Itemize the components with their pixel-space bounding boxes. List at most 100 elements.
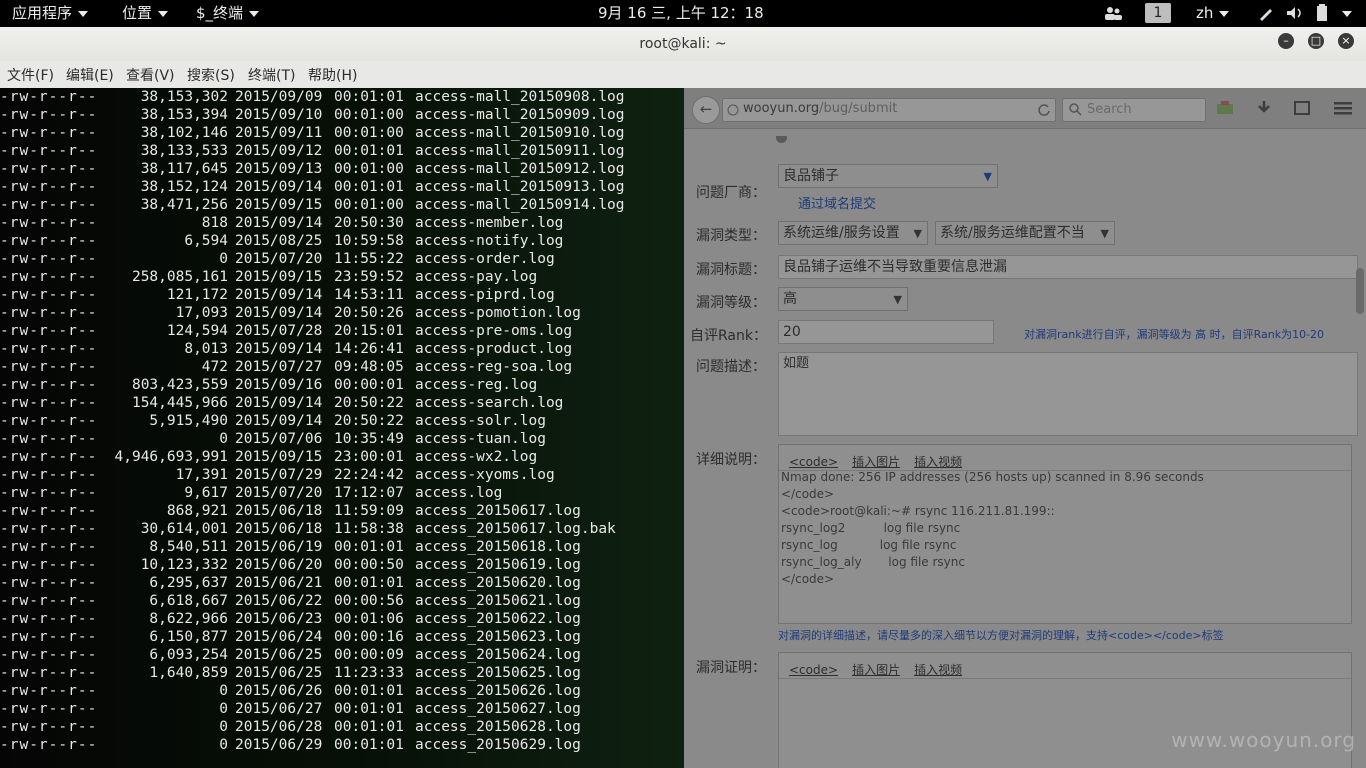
file-time: 00:01:00 bbox=[334, 161, 404, 177]
file-name: access_20150628.log bbox=[415, 719, 581, 735]
reader-icon[interactable] bbox=[1294, 100, 1310, 116]
users-icon[interactable] bbox=[1104, 6, 1122, 20]
system-menu-chevron-icon[interactable] bbox=[1342, 11, 1352, 17]
code-tab[interactable]: <code> bbox=[789, 455, 838, 469]
file-name: access-mall_20150914.log bbox=[415, 197, 625, 213]
file-listing-row: -rw-r--r-- 8,013 2015/09/14 14:26:41 access-… bbox=[0, 340, 684, 358]
file-size: 0 bbox=[219, 251, 228, 267]
file-name: access_20150621.log bbox=[415, 593, 581, 609]
rank-label: 自评Rank： bbox=[690, 328, 767, 344]
file-size: 154,445,966 bbox=[131, 395, 228, 411]
file-name: access-pre-oms.log bbox=[415, 323, 573, 339]
minimize-button[interactable]: – bbox=[1278, 33, 1294, 49]
file-time: 11:55:22 bbox=[334, 251, 404, 267]
back-button[interactable]: ← bbox=[692, 96, 720, 124]
file-time: 00:01:06 bbox=[334, 611, 404, 627]
places-menu[interactable]: 位置 bbox=[122, 0, 169, 27]
file-listing-row: -rw-r--r-- 818 2015/09/14 20:50:30 access-me… bbox=[0, 214, 684, 232]
file-listing-row: -rw-r--r-- 38,153,302 2015/09/09 00:01:01 ac… bbox=[0, 88, 684, 106]
level-select[interactable]: 高 ▼ bbox=[778, 287, 908, 311]
page-scrollbar-thumb[interactable] bbox=[1356, 268, 1364, 314]
file-listing-row: -rw-r--r-- 17,391 2015/07/29 22:24:42 access… bbox=[0, 466, 684, 484]
menu-view[interactable]: 查看(V) bbox=[126, 65, 175, 85]
code-line: rsync_log_aly log file rsync bbox=[781, 555, 965, 569]
file-size: 0 bbox=[219, 719, 228, 735]
detail-editor[interactable]: <code> 插入图片 插入视频 Nmap done: 256 IP address… bbox=[778, 444, 1352, 624]
terminal-app-menu[interactable]: $_终端 bbox=[196, 0, 260, 27]
addon-icon[interactable] bbox=[1216, 100, 1234, 116]
window-title-bar[interactable]: root@kali: ~ – □ × bbox=[0, 27, 1366, 62]
title-input[interactable]: 良品铺子运维不当导致重要信息泄漏 bbox=[778, 255, 1358, 279]
file-name: access_20150619.log bbox=[415, 557, 581, 573]
url-host: wooyun.org bbox=[743, 101, 820, 116]
battery-icon[interactable] bbox=[1316, 4, 1328, 22]
file-size: 0 bbox=[219, 683, 228, 699]
type-select-secondary[interactable]: 系统/服务运维配置不当 ▼ bbox=[935, 221, 1115, 245]
menu-help[interactable]: 帮助(H) bbox=[308, 65, 357, 85]
chevron-down-icon bbox=[1219, 10, 1230, 17]
menu-edit[interactable]: 编辑(E) bbox=[66, 65, 114, 85]
file-name: access_20150617.log bbox=[415, 503, 581, 519]
file-date: 2015/09/11 bbox=[235, 125, 323, 141]
file-name: access_20150626.log bbox=[415, 683, 581, 699]
file-date: 2015/09/10 bbox=[235, 107, 323, 123]
type-select-primary[interactable]: 系统运维/服务设置 ▼ bbox=[778, 221, 928, 245]
vendor-select[interactable]: 良品铺子 ▼ bbox=[778, 164, 998, 188]
file-listing-row: -rw-r--r-- 1,640,859 2015/06/25 11:23:33 acc… bbox=[0, 664, 684, 682]
radio-option[interactable] bbox=[776, 136, 787, 143]
terminal-app-label: $_终端 bbox=[196, 4, 244, 22]
url-bar[interactable]: wooyun.org/bug/submit bbox=[722, 98, 1056, 122]
chevron-down-icon: ▼ bbox=[1100, 227, 1109, 240]
input-method-menu[interactable]: zh bbox=[1196, 0, 1230, 27]
applications-menu[interactable]: 应用程序 bbox=[12, 0, 89, 27]
file-listing-row: -rw-r--r-- 0 2015/07/20 11:55:22 access-orde… bbox=[0, 250, 684, 268]
menu-search[interactable]: 搜索(S) bbox=[187, 65, 235, 85]
close-button[interactable]: × bbox=[1338, 33, 1354, 49]
menu-terminal[interactable]: 终端(T) bbox=[248, 65, 295, 85]
rank-input[interactable]: 20 bbox=[778, 320, 994, 344]
browser-window: ← wooyun.org/bug/submit Search 问题厂商： 良品铺… bbox=[684, 88, 1366, 768]
code-line: <code>root@kali:~# rsync 116.211.81.199:… bbox=[781, 504, 1055, 518]
terminal-output[interactable]: -rw-r--r-- 38,153,302 2015/09/09 00:01:01 ac… bbox=[0, 88, 684, 768]
pen-icon[interactable] bbox=[1258, 5, 1274, 21]
file-time: 20:15:01 bbox=[334, 323, 404, 339]
file-listing-row: -rw-r--r-- 8,622,966 2015/06/23 00:01:06 acc… bbox=[0, 610, 684, 628]
chevron-down-icon: ▼ bbox=[893, 293, 902, 306]
download-icon[interactable] bbox=[1256, 100, 1272, 116]
file-name: access-piprd.log bbox=[415, 287, 555, 303]
domain-submit-link[interactable]: 通过域名提交 bbox=[798, 193, 876, 212]
insert-video-tab[interactable]: 插入视频 bbox=[914, 663, 962, 677]
file-name: access-reg.log bbox=[415, 377, 538, 393]
file-name: access-pay.log bbox=[415, 269, 538, 285]
input-method-label: zh bbox=[1196, 4, 1214, 22]
insert-image-tab[interactable]: 插入图片 bbox=[852, 455, 900, 469]
menu-file[interactable]: 文件(F) bbox=[7, 65, 54, 85]
level-value: 高 bbox=[783, 291, 797, 307]
reload-icon[interactable] bbox=[1037, 103, 1051, 117]
insert-video-tab[interactable]: 插入视频 bbox=[914, 455, 962, 469]
file-listing-row: -rw-r--r-- 30,614,001 2015/06/18 11:58:38 ac… bbox=[0, 520, 684, 538]
file-name: access-mall_20150910.log bbox=[415, 125, 625, 141]
file-size: 17,391 bbox=[175, 467, 228, 483]
volume-icon[interactable] bbox=[1286, 6, 1304, 20]
clock[interactable]: 9月 16 三, 上午 12：18 bbox=[598, 0, 764, 27]
browser-search-box[interactable]: Search bbox=[1062, 98, 1206, 122]
maximize-button[interactable]: □ bbox=[1308, 33, 1324, 49]
file-listing-row: -rw-r--r-- 6,093,254 2015/06/25 00:00:09 acc… bbox=[0, 646, 684, 664]
file-time: 14:26:41 bbox=[334, 341, 404, 357]
file-name: access.log bbox=[415, 485, 503, 501]
file-listing-row: -rw-r--r-- 38,471,256 2015/09/15 00:01:00 ac… bbox=[0, 196, 684, 214]
hamburger-menu-icon[interactable] bbox=[1334, 100, 1352, 116]
file-listing-row: -rw-r--r-- 803,423,559 2015/09/16 00:00:01 a… bbox=[0, 376, 684, 394]
file-date: 2015/06/24 bbox=[235, 629, 323, 645]
insert-image-tab[interactable]: 插入图片 bbox=[852, 663, 900, 677]
file-time: 11:23:33 bbox=[334, 665, 404, 681]
file-date: 2015/09/14 bbox=[235, 305, 323, 321]
workspace-indicator[interactable]: 1 bbox=[1145, 3, 1171, 23]
menu-bar: 文件(F) 编辑(E) 查看(V) 搜索(S) 终端(T) 帮助(H) bbox=[0, 61, 1366, 89]
description-textarea[interactable]: 如题 bbox=[778, 352, 1358, 436]
applications-label: 应用程序 bbox=[12, 4, 73, 22]
code-tab[interactable]: <code> bbox=[789, 663, 838, 677]
file-size: 38,153,394 bbox=[140, 107, 228, 123]
file-name: access-notify.log bbox=[415, 233, 564, 249]
